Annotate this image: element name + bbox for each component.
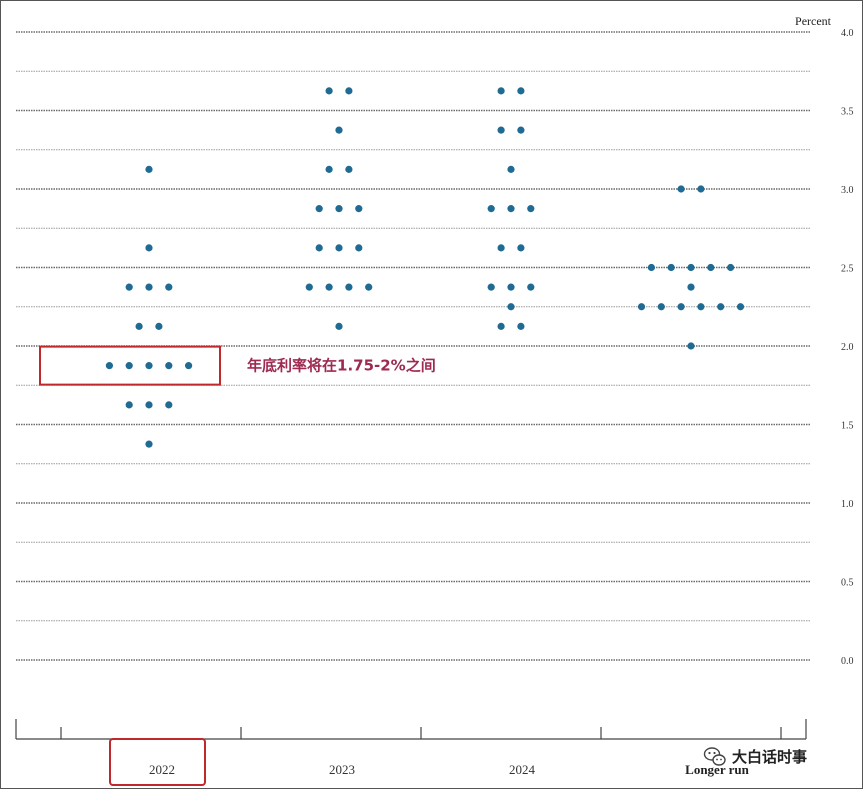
rate-dot bbox=[335, 322, 343, 330]
rate-dot bbox=[507, 205, 515, 213]
rate-dot bbox=[125, 401, 133, 409]
rate-dot bbox=[697, 303, 705, 311]
rate-dot bbox=[325, 165, 333, 173]
rate-dot bbox=[125, 362, 133, 370]
rate-dot bbox=[697, 185, 705, 193]
rate-dot bbox=[335, 244, 343, 252]
rate-dot bbox=[145, 244, 153, 252]
rate-dot bbox=[517, 126, 525, 134]
rate-dot bbox=[677, 303, 685, 311]
x-category-label: 2024 bbox=[509, 762, 536, 777]
rate-dot bbox=[145, 440, 153, 448]
rate-dot bbox=[717, 303, 725, 311]
annotation-layer: 年底利率将在1.75-2%之间 bbox=[39, 345, 436, 786]
rate-dot bbox=[165, 283, 173, 291]
rate-dot bbox=[647, 263, 656, 272]
y-tick-label: 1.5 bbox=[841, 421, 854, 432]
rate-dot bbox=[165, 362, 173, 370]
rate-dot bbox=[125, 283, 133, 291]
rate-dot bbox=[527, 205, 535, 213]
rate-dot bbox=[487, 283, 495, 291]
rate-dot bbox=[345, 165, 353, 173]
rate-dot bbox=[325, 283, 333, 291]
rate-dot bbox=[345, 87, 353, 95]
y-tick-label: 0.5 bbox=[841, 578, 854, 589]
rate-dot bbox=[135, 322, 143, 330]
rate-dot bbox=[677, 185, 685, 193]
rate-dot bbox=[707, 263, 715, 272]
rate-dot bbox=[497, 87, 505, 95]
y-tick-labels: 0.0 0.5 1.0 1.5 2.0 2.5 3.0 3.5 4.0 bbox=[841, 28, 854, 667]
rate-dot bbox=[517, 322, 525, 330]
rate-dot bbox=[517, 244, 525, 252]
rate-dot bbox=[687, 283, 695, 291]
x-category-label: 2023 bbox=[329, 762, 355, 777]
watermark: 大白话时事 bbox=[703, 747, 807, 766]
rate-dot bbox=[497, 322, 505, 330]
y-tick-label: 2.5 bbox=[841, 264, 854, 275]
rate-dot bbox=[527, 283, 535, 291]
y-unit-label: Percent bbox=[795, 14, 832, 28]
rate-dot bbox=[305, 283, 313, 291]
x-category-label: 2022 bbox=[149, 762, 175, 777]
rate-dot bbox=[335, 126, 343, 134]
rate-dot bbox=[507, 165, 515, 173]
rate-dot bbox=[185, 362, 193, 370]
y-tick-label: 1.0 bbox=[841, 499, 854, 510]
rate-dot bbox=[315, 244, 323, 252]
y-tick-label: 3.0 bbox=[841, 185, 854, 196]
rate-dot bbox=[687, 342, 695, 350]
rate-dot bbox=[517, 87, 525, 95]
rate-dot bbox=[145, 362, 153, 370]
rate-dot bbox=[687, 263, 695, 272]
rate-dot bbox=[325, 87, 333, 95]
rate-dot bbox=[667, 263, 675, 272]
rate-dot bbox=[736, 303, 745, 311]
rate-dot bbox=[165, 401, 173, 409]
y-tick-label: 2.0 bbox=[841, 342, 854, 353]
rate-dot bbox=[145, 165, 153, 173]
rate-dot bbox=[497, 126, 505, 134]
rate-dot bbox=[365, 283, 373, 291]
x-axis bbox=[15, 719, 807, 740]
rate-dot bbox=[637, 303, 646, 311]
rate-dot bbox=[105, 362, 113, 370]
rate-dot bbox=[657, 303, 665, 311]
y-tick-label: 4.0 bbox=[841, 28, 854, 39]
rate-dot bbox=[315, 205, 323, 213]
dot-plot-chart: 0.0 0.5 1.0 1.5 2.0 2.5 3.0 3.5 4.0 Percent 2022… bbox=[15, 14, 854, 786]
annotation-text: 年底利率将在1.75-2%之间 bbox=[247, 357, 436, 375]
rate-dot bbox=[355, 205, 363, 213]
x-category-labels: 2022 2023 2024 Longer run bbox=[149, 762, 750, 777]
watermark-text: 大白话时事 bbox=[732, 748, 807, 766]
rate-dot bbox=[497, 244, 505, 252]
rate-dot bbox=[507, 303, 515, 311]
rate-dot bbox=[507, 283, 515, 291]
chart-frame: 0.0 0.5 1.0 1.5 2.0 2.5 3.0 3.5 4.0 Percent 2022… bbox=[0, 0, 863, 789]
rate-dot bbox=[335, 205, 343, 213]
rate-dot bbox=[345, 283, 353, 291]
y-tick-label: 0.0 bbox=[841, 656, 854, 667]
rate-dot bbox=[155, 322, 163, 330]
rate-dot bbox=[487, 205, 495, 213]
rate-dot bbox=[355, 244, 363, 252]
y-tick-label: 3.5 bbox=[841, 107, 854, 118]
rate-dot bbox=[145, 401, 153, 409]
rate-dot bbox=[727, 263, 735, 272]
rate-dot bbox=[145, 283, 153, 291]
